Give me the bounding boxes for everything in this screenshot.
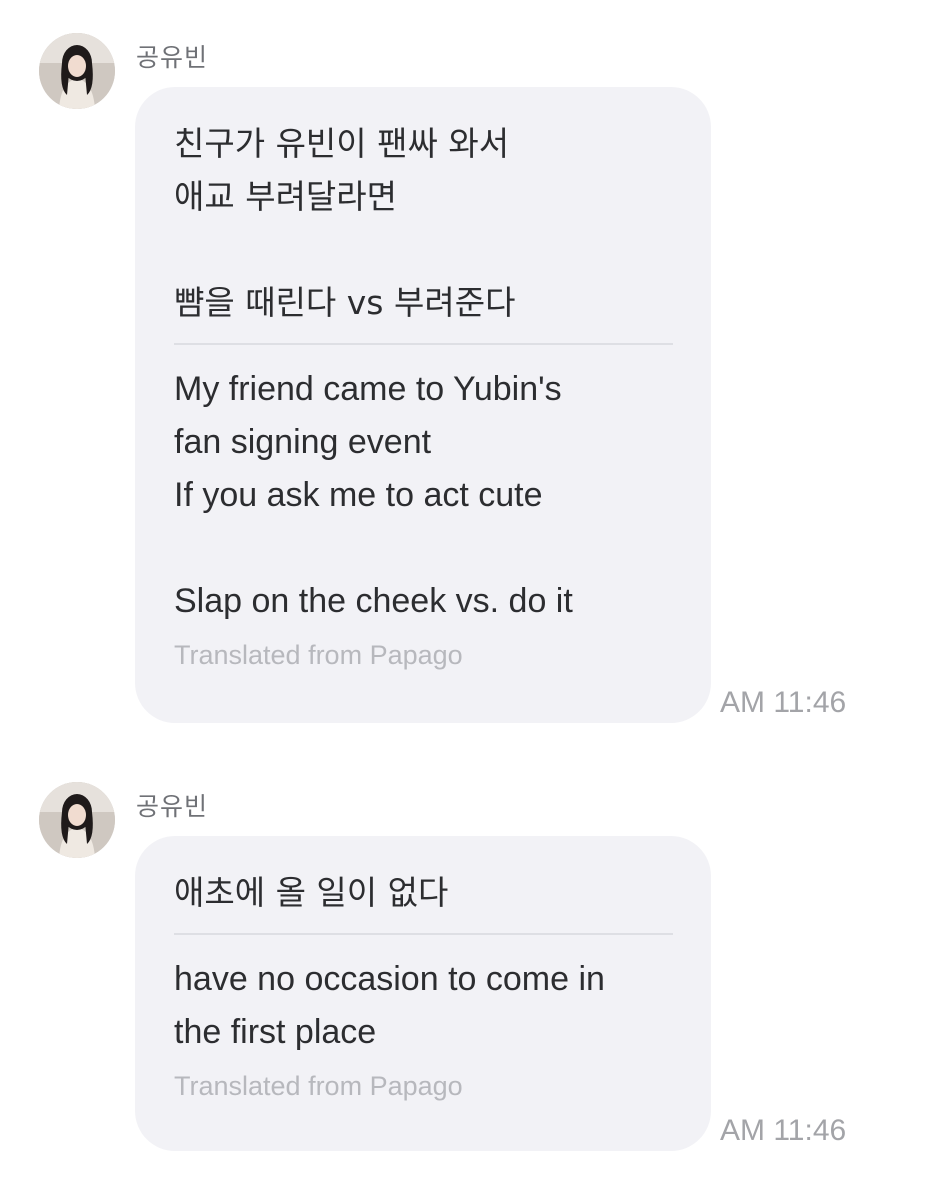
- avatar[interactable]: [39, 33, 115, 109]
- translated-text: have no occasion to come in the first pl…: [174, 960, 605, 1051]
- divider: [174, 933, 673, 935]
- timestamp: AM 11:46: [720, 686, 847, 719]
- message-bubble[interactable]: 친구가 유빈이 팬싸 와서 애교 부려달라면 뺨을 때린다 vs 부려준다 My…: [135, 87, 711, 723]
- translation-caption: Translated from Papago: [174, 640, 463, 670]
- sender-name: 공유빈: [136, 43, 209, 72]
- timestamp: AM 11:46: [720, 1114, 847, 1147]
- original-text: 친구가 유빈이 팬싸 와서 애교 부려달라면 뺨을 때린다 vs 부려준다: [174, 124, 516, 322]
- message-bubble[interactable]: 애초에 올 일이 없다 have no occasion to come in …: [135, 836, 711, 1151]
- translation-caption: Translated from Papago: [174, 1071, 463, 1101]
- original-text: 애초에 올 일이 없다: [174, 873, 449, 912]
- translated-text: My friend came to Yubin's fan signing ev…: [174, 370, 573, 620]
- avatar[interactable]: [39, 782, 115, 858]
- sender-name: 공유빈: [136, 792, 209, 821]
- divider: [174, 343, 673, 345]
